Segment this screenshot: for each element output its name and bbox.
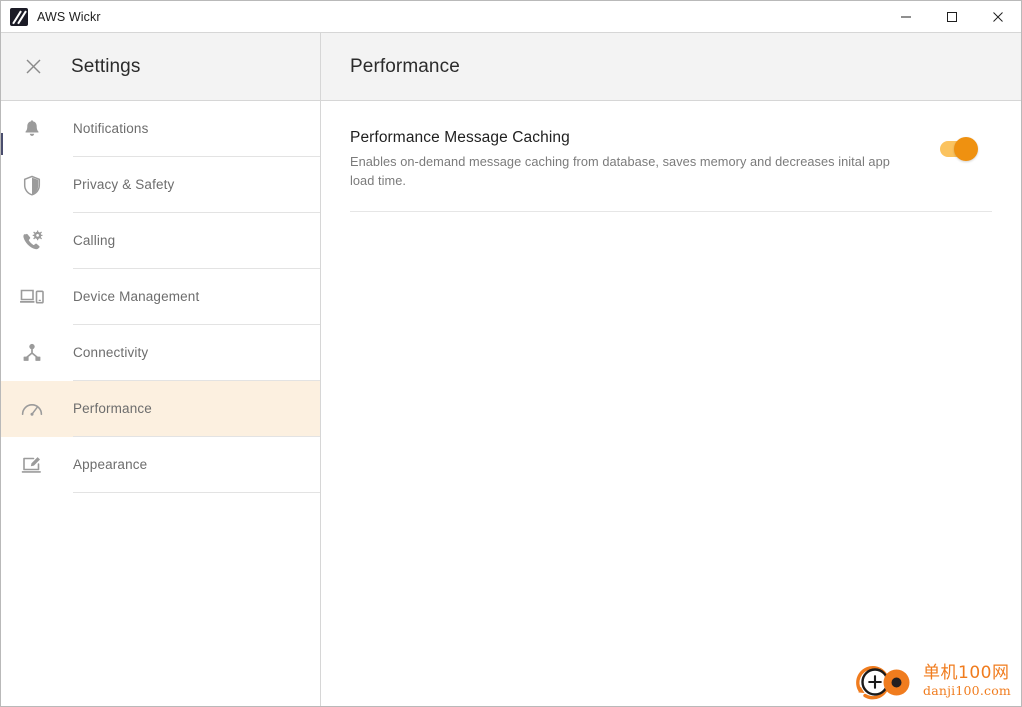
sidebar-item-label: Privacy & Safety — [73, 177, 175, 192]
sidebar-item-label: Appearance — [73, 457, 148, 472]
sidebar-item-row: Calling — [73, 213, 320, 269]
gauge-icon — [15, 399, 49, 419]
toggle-knob — [954, 137, 978, 161]
sidebar-item-performance[interactable]: Performance — [1, 381, 320, 437]
toggle-wrap — [940, 129, 992, 161]
sidebar-item-label: Calling — [73, 233, 116, 248]
sidebar-item-row: Notifications — [73, 101, 320, 157]
main-content: Performance Message Caching Enables on-d… — [321, 101, 1021, 706]
close-icon — [993, 11, 1003, 22]
sidebar-item-label: Connectivity — [73, 345, 149, 360]
minimize-icon — [901, 16, 911, 17]
settings-nav-list: Notifications Privacy & Safety Calling D… — [1, 101, 320, 706]
settings-title: Settings — [71, 55, 141, 77]
watermark: 单机100网 danji100.com — [851, 660, 1011, 702]
close-settings-button[interactable] — [19, 53, 47, 81]
danji-logo-icon — [851, 660, 917, 702]
sidebar-item-appearance[interactable]: Appearance — [1, 437, 320, 493]
maximize-button[interactable] — [929, 1, 975, 32]
title-bar: AWS Wickr — [1, 1, 1021, 32]
close-window-button[interactable] — [975, 1, 1021, 32]
main-header: Performance — [321, 33, 1021, 101]
screen-pencil-icon — [15, 454, 49, 476]
sidebar-item-notifications[interactable]: Notifications — [1, 101, 320, 157]
page-title: Performance — [350, 55, 460, 77]
phone-gear-icon — [15, 229, 49, 253]
watermark-text: 单机100网 danji100.com — [923, 662, 1011, 699]
close-icon — [26, 59, 40, 74]
performance-message-caching-toggle[interactable] — [940, 137, 978, 161]
sidebar-item-privacy-safety[interactable]: Privacy & Safety — [1, 157, 320, 213]
setting-description: Enables on-demand message caching from d… — [350, 154, 890, 188]
sidebar-item-row: Privacy & Safety — [73, 157, 320, 213]
body-split: Settings Notifications Privacy & Safety … — [1, 32, 1021, 706]
network-nodes-icon — [15, 342, 49, 364]
watermark-en: danji100.com — [923, 683, 1011, 699]
wickr-logo-icon — [10, 7, 28, 26]
minimize-button[interactable] — [883, 1, 929, 32]
sidebar-item-row: Device Management — [73, 269, 320, 325]
maximize-icon — [947, 11, 957, 22]
settings-sidebar: Settings Notifications Privacy & Safety … — [1, 33, 321, 706]
setting-text: Performance Message Caching Enables on-d… — [350, 129, 910, 191]
sidebar-item-connectivity[interactable]: Connectivity — [1, 325, 320, 381]
bell-icon — [15, 118, 49, 140]
sidebar-item-row: Appearance — [73, 437, 320, 493]
sidebar-item-label: Notifications — [73, 121, 149, 136]
window-title: AWS Wickr — [37, 9, 101, 24]
sidebar-item-row: Performance — [73, 381, 320, 437]
sidebar-item-label: Performance — [73, 401, 152, 416]
app-window: AWS Wickr Settings Notifications Privacy… — [0, 0, 1022, 707]
sidebar-item-row: Connectivity — [73, 325, 320, 381]
window-controls — [883, 1, 1021, 32]
title-bar-left: AWS Wickr — [1, 7, 101, 26]
setting-row-performance-message-caching: Performance Message Caching Enables on-d… — [350, 101, 992, 212]
watermark-cn: 单机100网 — [923, 662, 1010, 683]
main-panel: Performance Performance Message Caching … — [321, 33, 1021, 706]
sidebar-item-device-management[interactable]: Device Management — [1, 269, 320, 325]
setting-title: Performance Message Caching — [350, 129, 570, 146]
sidebar-item-calling[interactable]: Calling — [1, 213, 320, 269]
devices-icon — [15, 287, 49, 307]
sidebar-item-label: Device Management — [73, 289, 200, 304]
settings-header: Settings — [1, 33, 320, 101]
shield-icon — [15, 174, 49, 197]
